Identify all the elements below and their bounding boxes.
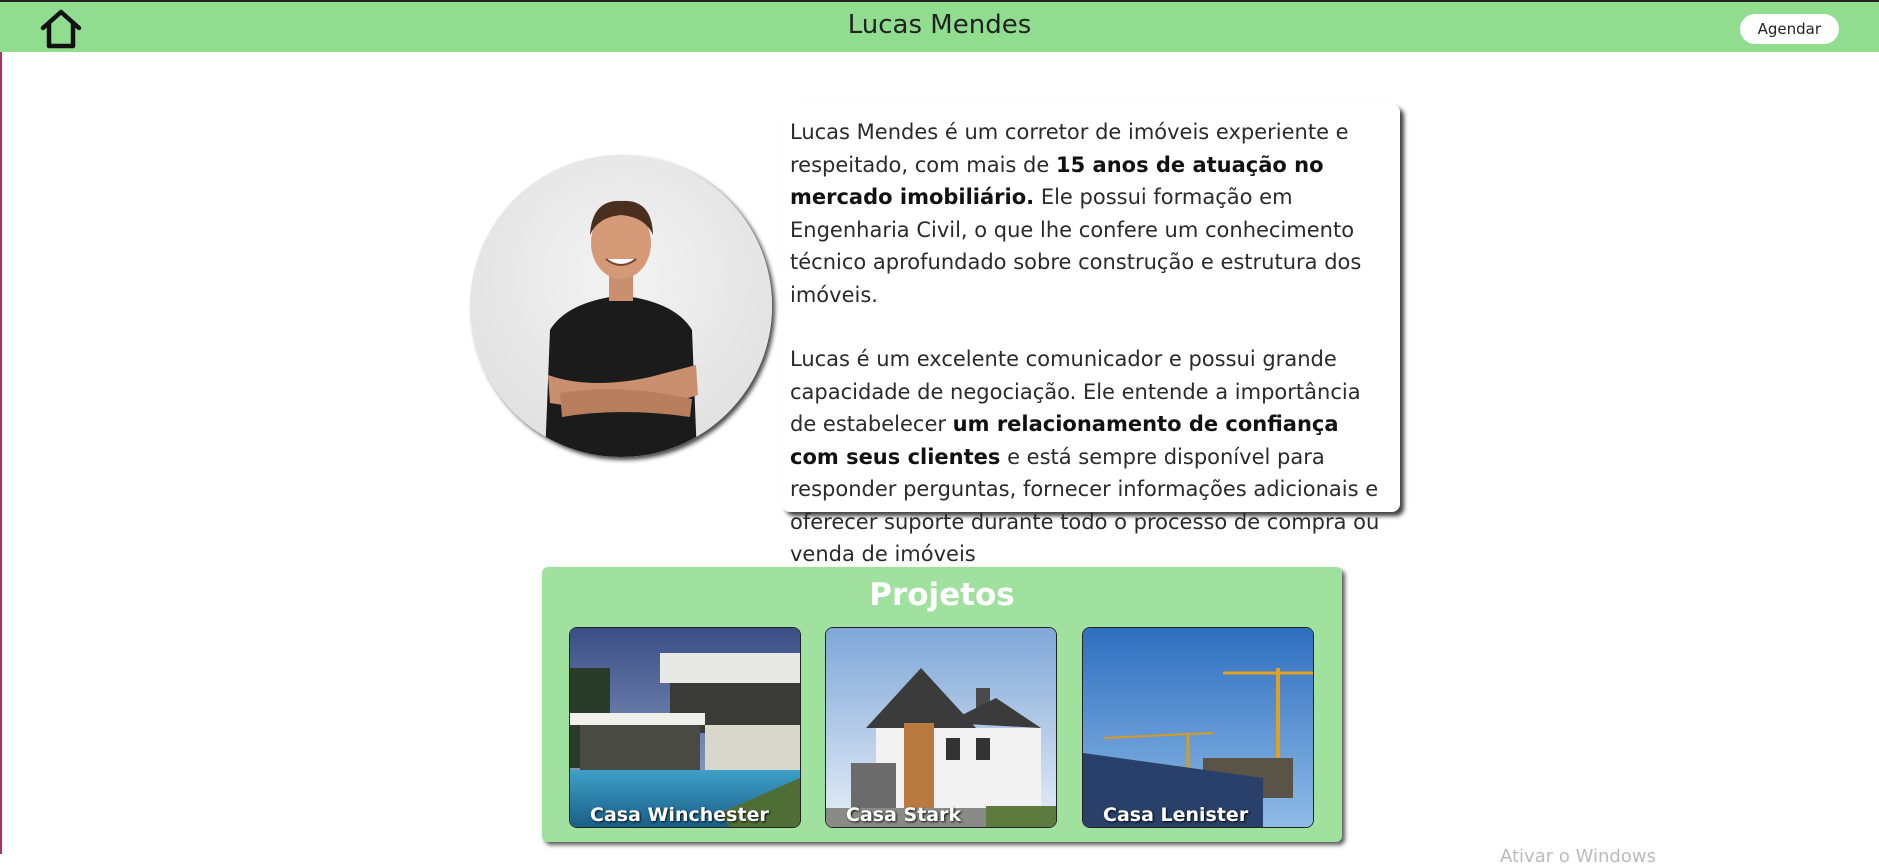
bio-paragraph: Lucas é um excelente comunicador e possu… — [790, 347, 1380, 566]
os-watermark: Ativar o Windows — [1500, 846, 1656, 867]
projects-title: Projetos — [869, 577, 1015, 613]
profile-photo — [470, 155, 772, 457]
agendar-button[interactable]: Agendar — [1739, 14, 1839, 44]
project-image — [826, 628, 1056, 827]
projects-section: Projetos Casa Winchester Casa Stark Casa… — [542, 567, 1342, 842]
project-card-lenister[interactable]: Casa Lenister — [1082, 627, 1314, 828]
project-label: Casa Lenister — [1103, 804, 1249, 826]
project-card-stark[interactable]: Casa Stark — [825, 627, 1057, 828]
project-image — [570, 628, 800, 827]
project-label: Casa Stark — [846, 804, 962, 826]
bio-card: Lucas Mendes é um corretor de imóveis ex… — [782, 104, 1400, 566]
page-title: Lucas Mendes — [847, 10, 1032, 40]
window-edge — [0, 0, 2, 854]
project-label: Casa Winchester — [590, 804, 769, 826]
top-bar: Lucas Mendes Agendar — [0, 0, 1879, 52]
bio-paragraph: Lucas Mendes é um corretor de imóveis ex… — [790, 120, 1362, 307]
project-image — [1083, 628, 1313, 827]
project-card-winchester[interactable]: Casa Winchester — [569, 627, 801, 828]
